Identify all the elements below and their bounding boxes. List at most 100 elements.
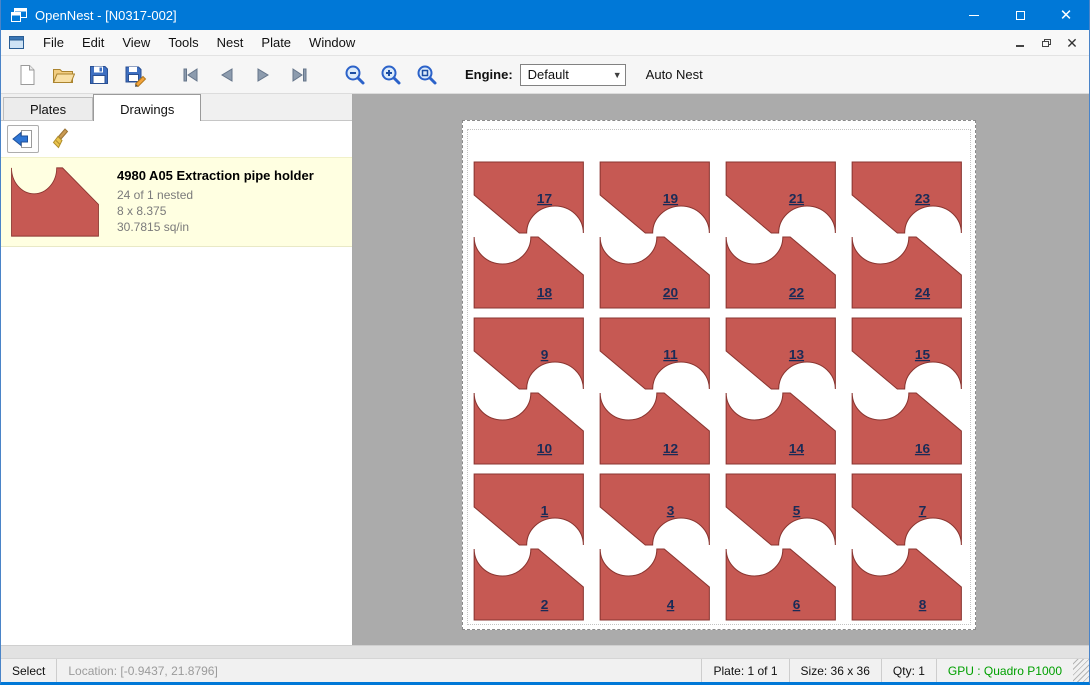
last-plate-button[interactable] bbox=[281, 59, 317, 91]
part-number: 9 bbox=[541, 347, 549, 362]
drawing-list-item[interactable]: 4980 A05 Extraction pipe holder 24 of 1 … bbox=[1, 157, 352, 247]
menu-edit[interactable]: Edit bbox=[73, 31, 113, 54]
minimize-button[interactable] bbox=[951, 0, 997, 30]
part-number: 4 bbox=[667, 597, 675, 612]
mdi-close-button[interactable]: ✕ bbox=[1061, 33, 1083, 53]
nest-canvas[interactable]: 171819202122232491011121314151612345678 bbox=[353, 94, 1090, 645]
nested-part[interactable] bbox=[600, 474, 709, 545]
previous-arrow-icon bbox=[216, 64, 238, 86]
drawings-panel: Plates Drawings bbox=[1, 94, 353, 645]
nested-part[interactable] bbox=[852, 237, 961, 308]
nested-part[interactable] bbox=[474, 393, 583, 464]
next-plate-button[interactable] bbox=[245, 59, 281, 91]
nested-parts-layer: 171819202122232491011121314151612345678 bbox=[463, 121, 975, 629]
main-toolbar: Engine: Default ▼ Auto Nest bbox=[1, 56, 1089, 94]
status-mode: Select bbox=[1, 659, 57, 682]
nested-part[interactable] bbox=[726, 474, 835, 545]
document-window-icon bbox=[9, 36, 24, 49]
nested-part[interactable] bbox=[600, 393, 709, 464]
nest-cell: 1920 bbox=[600, 162, 709, 308]
app-icon bbox=[11, 8, 27, 22]
menu-bar: File Edit View Tools Nest Plate Window ✕ bbox=[1, 30, 1089, 56]
nested-part[interactable] bbox=[726, 393, 835, 464]
title-bar[interactable]: OpenNest - [N0317-002] ✕ bbox=[1, 0, 1089, 30]
nested-part[interactable] bbox=[726, 237, 835, 308]
nested-part[interactable] bbox=[474, 474, 583, 545]
part-number: 18 bbox=[537, 285, 552, 300]
nest-cell: 78 bbox=[852, 474, 961, 620]
first-plate-button[interactable] bbox=[173, 59, 209, 91]
nest-cell: 1718 bbox=[474, 162, 583, 308]
new-button[interactable] bbox=[9, 59, 45, 91]
drawing-nested-count: 24 of 1 nested bbox=[117, 187, 314, 203]
plate-sheet[interactable]: 171819202122232491011121314151612345678 bbox=[462, 120, 976, 630]
nested-part[interactable] bbox=[600, 549, 709, 620]
new-document-icon bbox=[15, 63, 39, 87]
nested-part[interactable] bbox=[852, 393, 961, 464]
nested-part[interactable] bbox=[600, 162, 709, 233]
menu-window[interactable]: Window bbox=[300, 31, 364, 54]
app-window: OpenNest - [N0317-002] ✕ File Edit View … bbox=[0, 0, 1090, 685]
nested-part[interactable] bbox=[474, 318, 583, 389]
menu-plate[interactable]: Plate bbox=[252, 31, 300, 54]
nested-part[interactable] bbox=[474, 237, 583, 308]
close-icon: ✕ bbox=[1060, 8, 1073, 23]
tab-drawings[interactable]: Drawings bbox=[93, 94, 201, 121]
menu-nest[interactable]: Nest bbox=[208, 31, 253, 54]
mdi-minimize-button[interactable] bbox=[1009, 33, 1031, 53]
nested-part[interactable] bbox=[600, 237, 709, 308]
import-drawing-button[interactable] bbox=[7, 125, 39, 153]
nested-part[interactable] bbox=[852, 549, 961, 620]
horizontal-scrollbar[interactable] bbox=[1, 645, 1089, 658]
nested-part[interactable] bbox=[474, 162, 583, 233]
save-as-button[interactable] bbox=[117, 59, 153, 91]
close-button[interactable]: ✕ bbox=[1043, 0, 1089, 30]
mdi-restore-icon bbox=[1042, 39, 1051, 47]
part-number: 13 bbox=[789, 347, 804, 362]
nested-part[interactable] bbox=[726, 549, 835, 620]
part-number: 21 bbox=[789, 191, 805, 206]
nest-cell: 1112 bbox=[600, 318, 709, 464]
save-icon bbox=[87, 63, 111, 87]
zoom-in-button[interactable] bbox=[373, 59, 409, 91]
last-arrow-icon bbox=[288, 64, 310, 86]
nested-part[interactable] bbox=[852, 474, 961, 545]
status-size: Size: 36 x 36 bbox=[789, 659, 881, 682]
previous-plate-button[interactable] bbox=[209, 59, 245, 91]
tab-plates[interactable]: Plates bbox=[3, 97, 93, 120]
engine-select[interactable]: Default ▼ bbox=[520, 64, 626, 86]
open-button[interactable] bbox=[45, 59, 81, 91]
dropdown-arrow-icon: ▼ bbox=[613, 70, 622, 80]
nest-cell: 1516 bbox=[852, 318, 961, 464]
nested-part[interactable] bbox=[474, 549, 583, 620]
resize-grip[interactable] bbox=[1073, 659, 1089, 682]
nested-part[interactable] bbox=[852, 162, 961, 233]
status-plate: Plate: 1 of 1 bbox=[701, 659, 788, 682]
nest-cell: 1314 bbox=[726, 318, 835, 464]
part-number: 19 bbox=[663, 191, 678, 206]
window-title: OpenNest - [N0317-002] bbox=[35, 8, 177, 23]
save-button[interactable] bbox=[81, 59, 117, 91]
zoom-out-button[interactable] bbox=[337, 59, 373, 91]
broom-icon bbox=[51, 127, 75, 151]
import-arrow-icon bbox=[11, 127, 35, 151]
drawing-size: 8 x 8.375 bbox=[117, 203, 314, 219]
nested-part[interactable] bbox=[852, 318, 961, 389]
engine-value: Default bbox=[528, 67, 569, 82]
maximize-button[interactable] bbox=[997, 0, 1043, 30]
mdi-restore-button[interactable] bbox=[1035, 33, 1057, 53]
part-number: 6 bbox=[793, 597, 801, 612]
status-gpu: GPU : Quadro P1000 bbox=[936, 659, 1073, 682]
nest-cell: 56 bbox=[726, 474, 835, 620]
menu-tools[interactable]: Tools bbox=[159, 31, 207, 54]
part-number: 2 bbox=[541, 597, 549, 612]
nested-part[interactable] bbox=[726, 318, 835, 389]
nested-part[interactable] bbox=[726, 162, 835, 233]
menu-file[interactable]: File bbox=[34, 31, 73, 54]
menu-view[interactable]: View bbox=[113, 31, 159, 54]
zoom-fit-button[interactable] bbox=[409, 59, 445, 91]
auto-nest-label[interactable]: Auto Nest bbox=[646, 67, 703, 82]
zoom-in-icon bbox=[379, 63, 403, 87]
clear-drawings-button[interactable] bbox=[47, 125, 79, 153]
nested-part[interactable] bbox=[600, 318, 709, 389]
